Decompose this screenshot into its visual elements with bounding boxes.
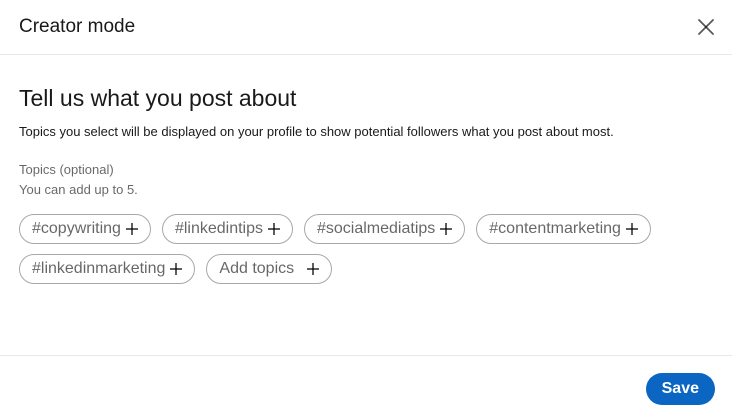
save-button[interactable]: Save (645, 373, 715, 405)
topic-pill-contentmarketing[interactable]: #contentmarketing (476, 214, 651, 244)
topics-label: Topics (optional) (19, 162, 114, 177)
plus-icon (306, 262, 320, 276)
modal-header: Creator mode (0, 0, 732, 55)
plus-icon (125, 222, 139, 236)
modal-content: Tell us what you post about Topics you s… (19, 84, 713, 284)
add-topics-button[interactable]: Add topics (206, 254, 333, 284)
close-button[interactable] (694, 15, 718, 39)
topic-pill-label: #linkedinmarketing (32, 260, 166, 277)
section-description: Topics you select will be displayed on y… (19, 124, 614, 139)
section-heading: Tell us what you post about (19, 85, 297, 111)
plus-icon (439, 222, 453, 236)
modal-footer: Save (0, 355, 732, 416)
plus-icon (169, 262, 183, 276)
topic-pill-label: #copywriting (32, 220, 121, 237)
add-topics-label: Add topics (219, 260, 295, 277)
topic-pill-label: #contentmarketing (489, 220, 621, 237)
topics-hint: You can add up to 5. (19, 182, 138, 197)
topic-pill-copywriting[interactable]: #copywriting (19, 214, 151, 244)
topic-pill-linkedintips[interactable]: #linkedintips (161, 214, 293, 244)
topic-pill-socialmediatips[interactable]: #socialmediatips (304, 214, 466, 244)
topic-suggestions: #copywriting #linkedintips #socialmediat… (19, 214, 699, 284)
creator-mode-modal: Creator mode Tell us what you post about… (0, 0, 732, 416)
close-icon (698, 19, 714, 35)
topic-pill-linkedinmarketing[interactable]: #linkedinmarketing (19, 254, 196, 284)
topic-pill-label: #linkedintips (174, 220, 263, 237)
modal-title: Creator mode (19, 16, 136, 37)
plus-icon (625, 222, 639, 236)
topic-pill-label: #socialmediatips (317, 220, 436, 237)
plus-icon (267, 222, 281, 236)
